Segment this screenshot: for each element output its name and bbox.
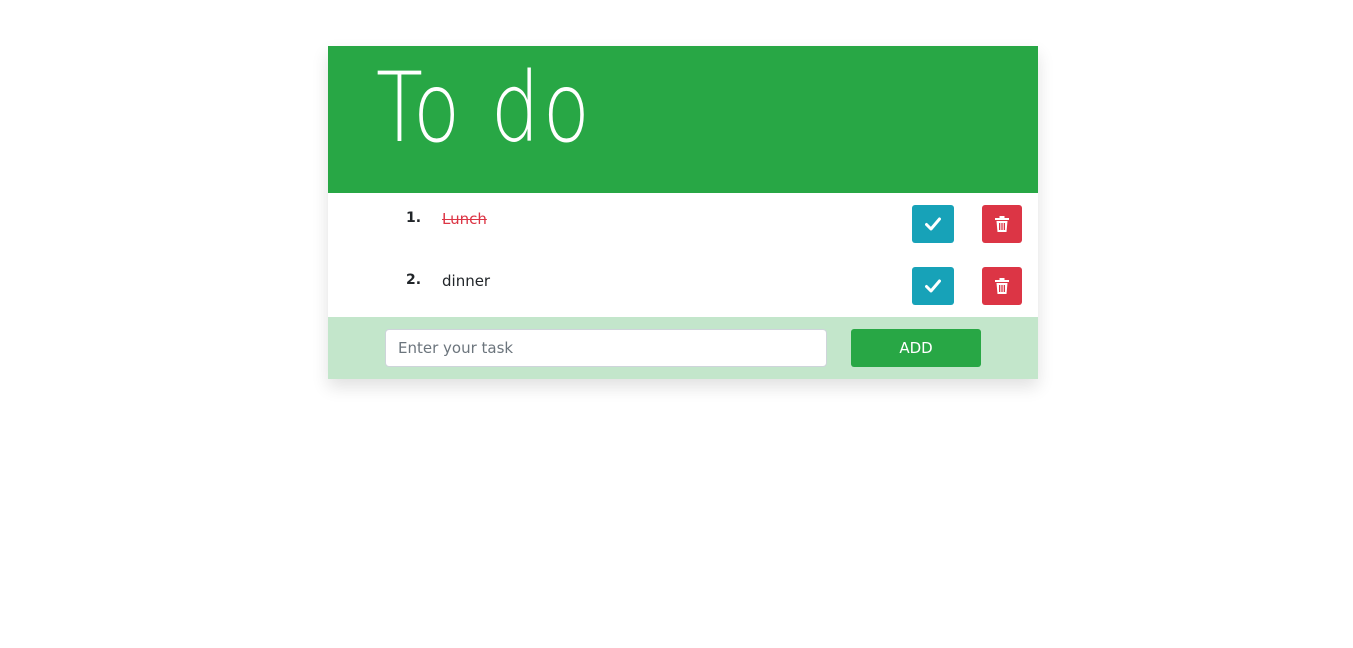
add-task-bar: ADD xyxy=(328,317,1038,379)
complete-task-button[interactable] xyxy=(912,205,954,243)
delete-task-button[interactable] xyxy=(982,267,1022,305)
task-row-2: 2. dinner xyxy=(328,255,1038,305)
header: To do xyxy=(328,46,1038,193)
check-icon xyxy=(925,217,941,231)
task-number: 2. xyxy=(406,272,422,288)
task-text: dinner xyxy=(442,272,491,290)
page-title: To do xyxy=(376,52,593,164)
task-text: Lunch xyxy=(442,210,487,228)
complete-task-button[interactable] xyxy=(912,267,954,305)
task-row-1: 1. Lunch xyxy=(328,193,1038,243)
trash-icon xyxy=(995,278,1009,294)
task-input[interactable] xyxy=(385,329,827,367)
todo-card: To do 1. Lunch 2. dinner Enter your task… xyxy=(328,46,1038,379)
task-list: 1. Lunch 2. dinner xyxy=(328,193,1038,317)
delete-task-button[interactable] xyxy=(982,205,1022,243)
add-button[interactable]: ADD xyxy=(851,329,981,367)
task-number: 1. xyxy=(406,210,422,226)
check-icon xyxy=(925,279,941,293)
trash-icon xyxy=(995,216,1009,232)
